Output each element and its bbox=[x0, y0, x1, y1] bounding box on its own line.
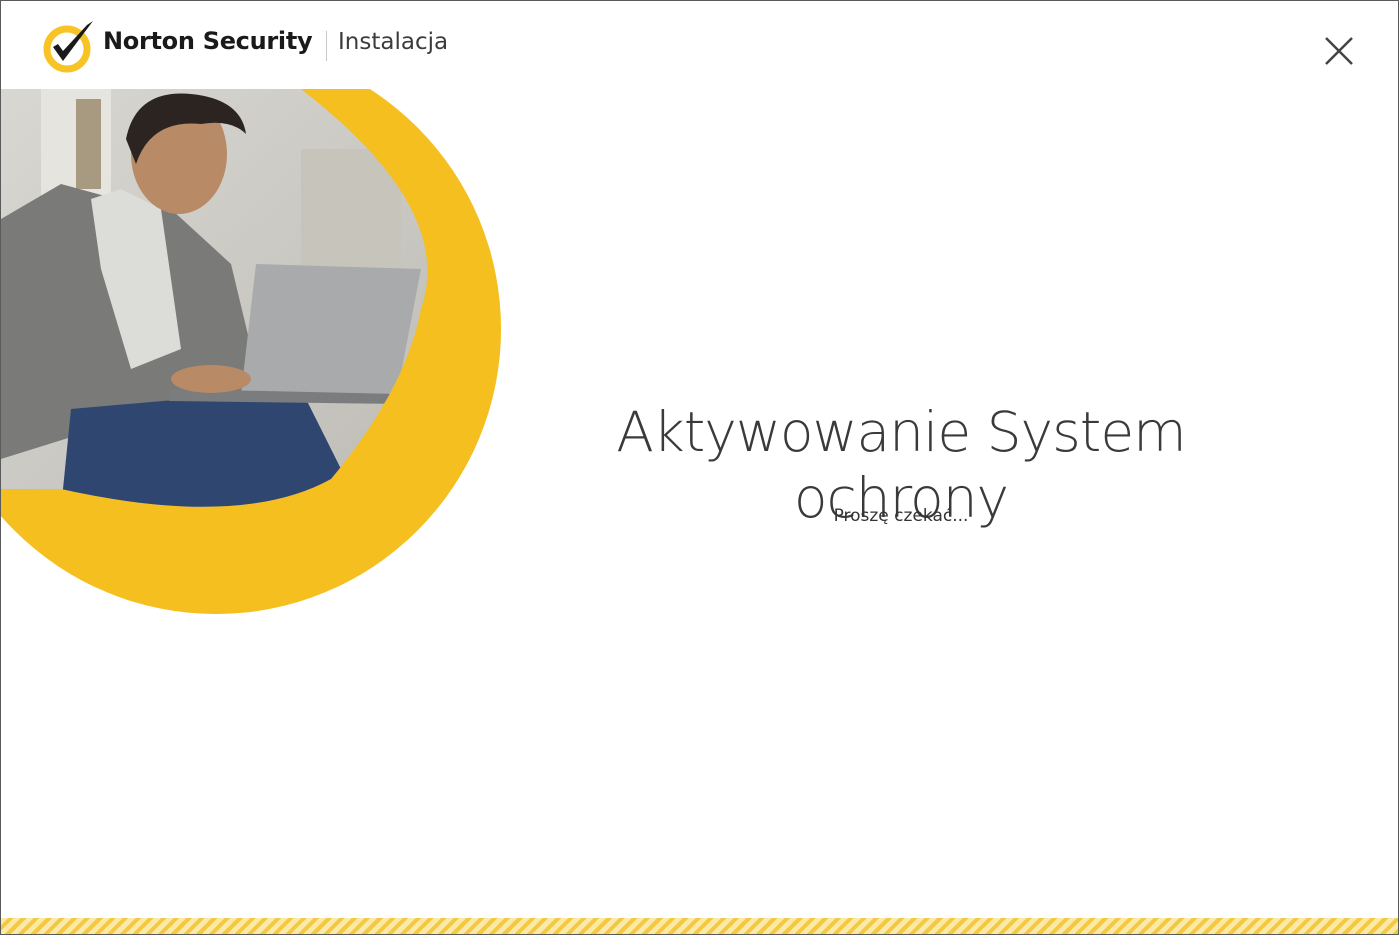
status-text: Proszę czekać... bbox=[833, 506, 969, 526]
title-divider bbox=[326, 31, 327, 61]
close-button[interactable] bbox=[1317, 29, 1361, 73]
installer-window: Norton Security Instalacja Aktywowanie S… bbox=[0, 0, 1399, 935]
progress-indicator bbox=[1, 918, 1398, 934]
brand-name: Norton Security bbox=[103, 27, 313, 55]
window-subtitle: Instalacja bbox=[338, 29, 449, 55]
title-bar: Norton Security Instalacja bbox=[1, 1, 1398, 89]
hero-image bbox=[1, 89, 501, 614]
close-icon bbox=[1325, 37, 1353, 65]
norton-logo-icon bbox=[43, 21, 93, 73]
